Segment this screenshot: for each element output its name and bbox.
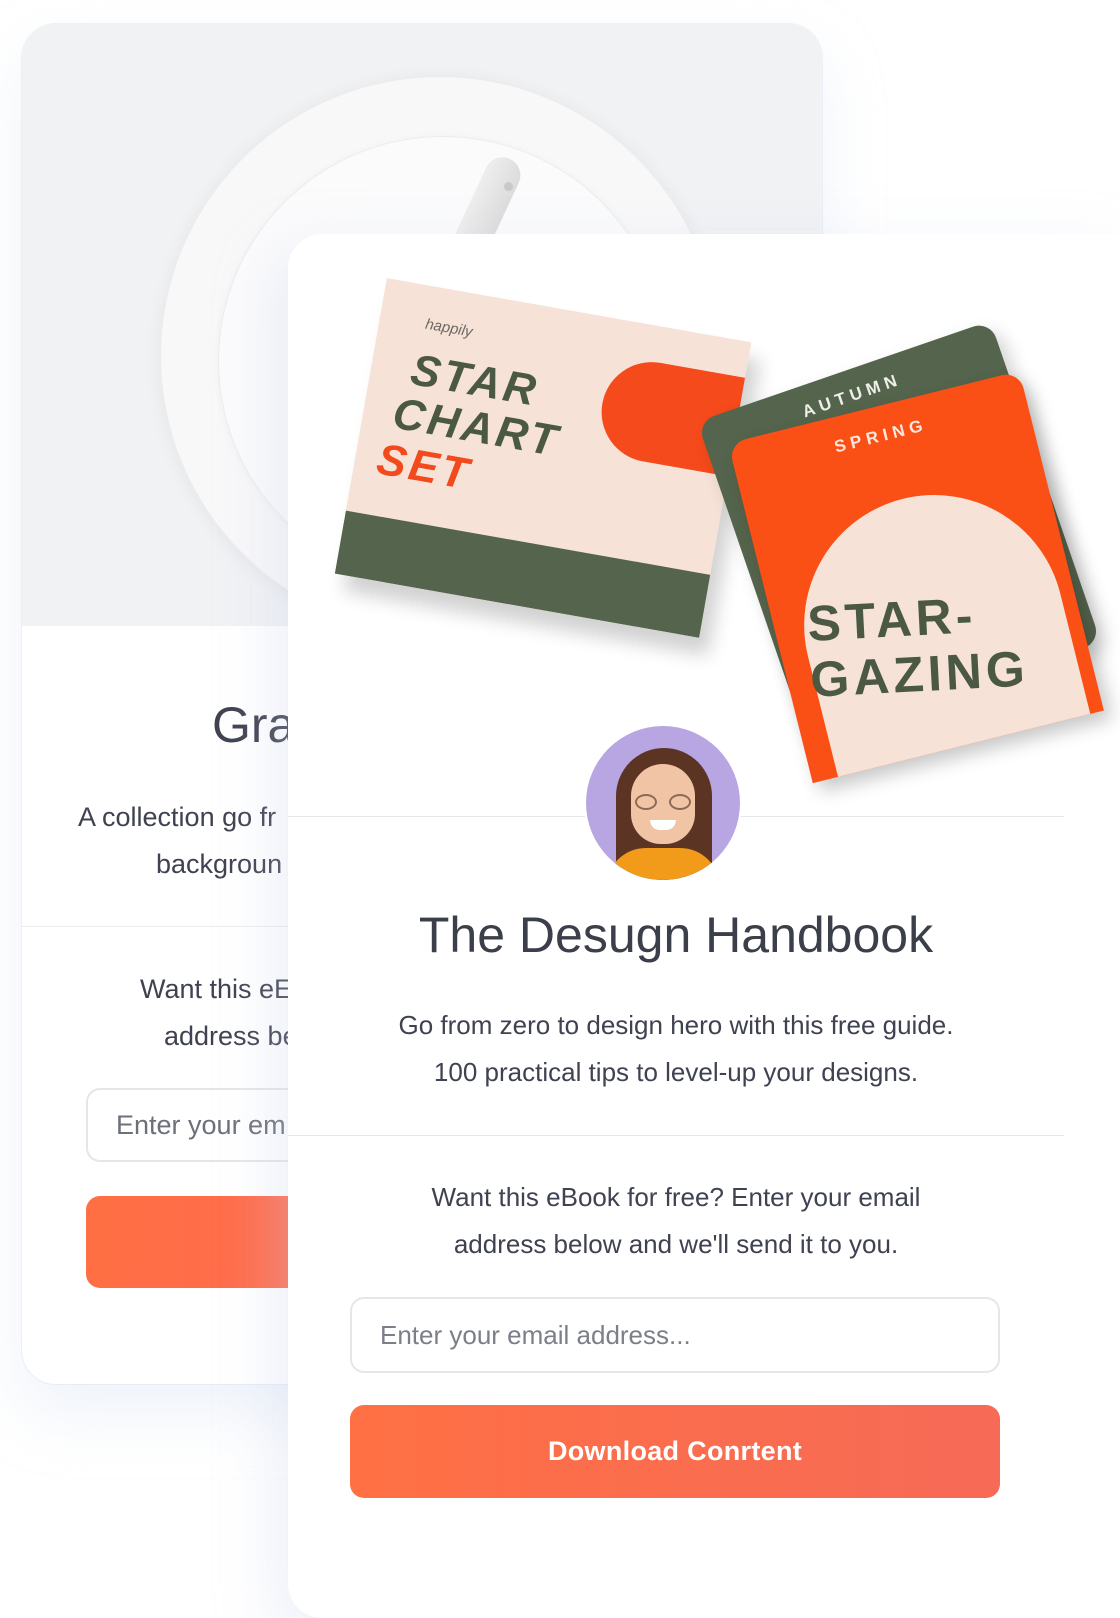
signup-prompt: Want this eBook for free? Enter your ema… (288, 1174, 1064, 1268)
avatar-glasses (635, 794, 691, 810)
star-chart-booklet-image: happily STAR CHART SET (334, 278, 752, 638)
spring-card-image: SPRING (728, 370, 1104, 784)
description-line-2: 100 practical tips to level-up your desi… (433, 1057, 919, 1087)
prompt-line-2: address below and we'll send it to you. (453, 1229, 899, 1259)
back-prompt-line-2: address be (164, 1021, 298, 1051)
booklet-brand: happily (423, 315, 474, 341)
ebook-description: Go from zero to design hero with this fr… (288, 1002, 1064, 1096)
booklet-green-band (334, 510, 711, 638)
back-card-prompt: Want this eE address be (140, 966, 298, 1060)
prompt-line-1: Want this eBook for free? Enter your ema… (431, 1182, 921, 1212)
back-prompt-line-1: Want this eE (140, 974, 293, 1004)
stargazing-title: STAR- GAZING (806, 585, 1030, 708)
front-card: happily STAR CHART SET AUTUMN SPRING STA… (288, 234, 1120, 1618)
stargazing-line-2: GAZING (808, 640, 1030, 708)
description-line-1: Go from zero to design hero with this fr… (398, 1010, 954, 1040)
spoon-hole (504, 182, 513, 191)
author-avatar (586, 726, 740, 880)
ebook-title: The Desugn Handbook (418, 907, 934, 963)
download-content-button[interactable]: Download Conrtent (350, 1405, 1000, 1498)
back-card-title: Gra (212, 697, 296, 753)
email-input[interactable] (350, 1297, 1000, 1373)
content-divider (288, 1135, 1064, 1136)
